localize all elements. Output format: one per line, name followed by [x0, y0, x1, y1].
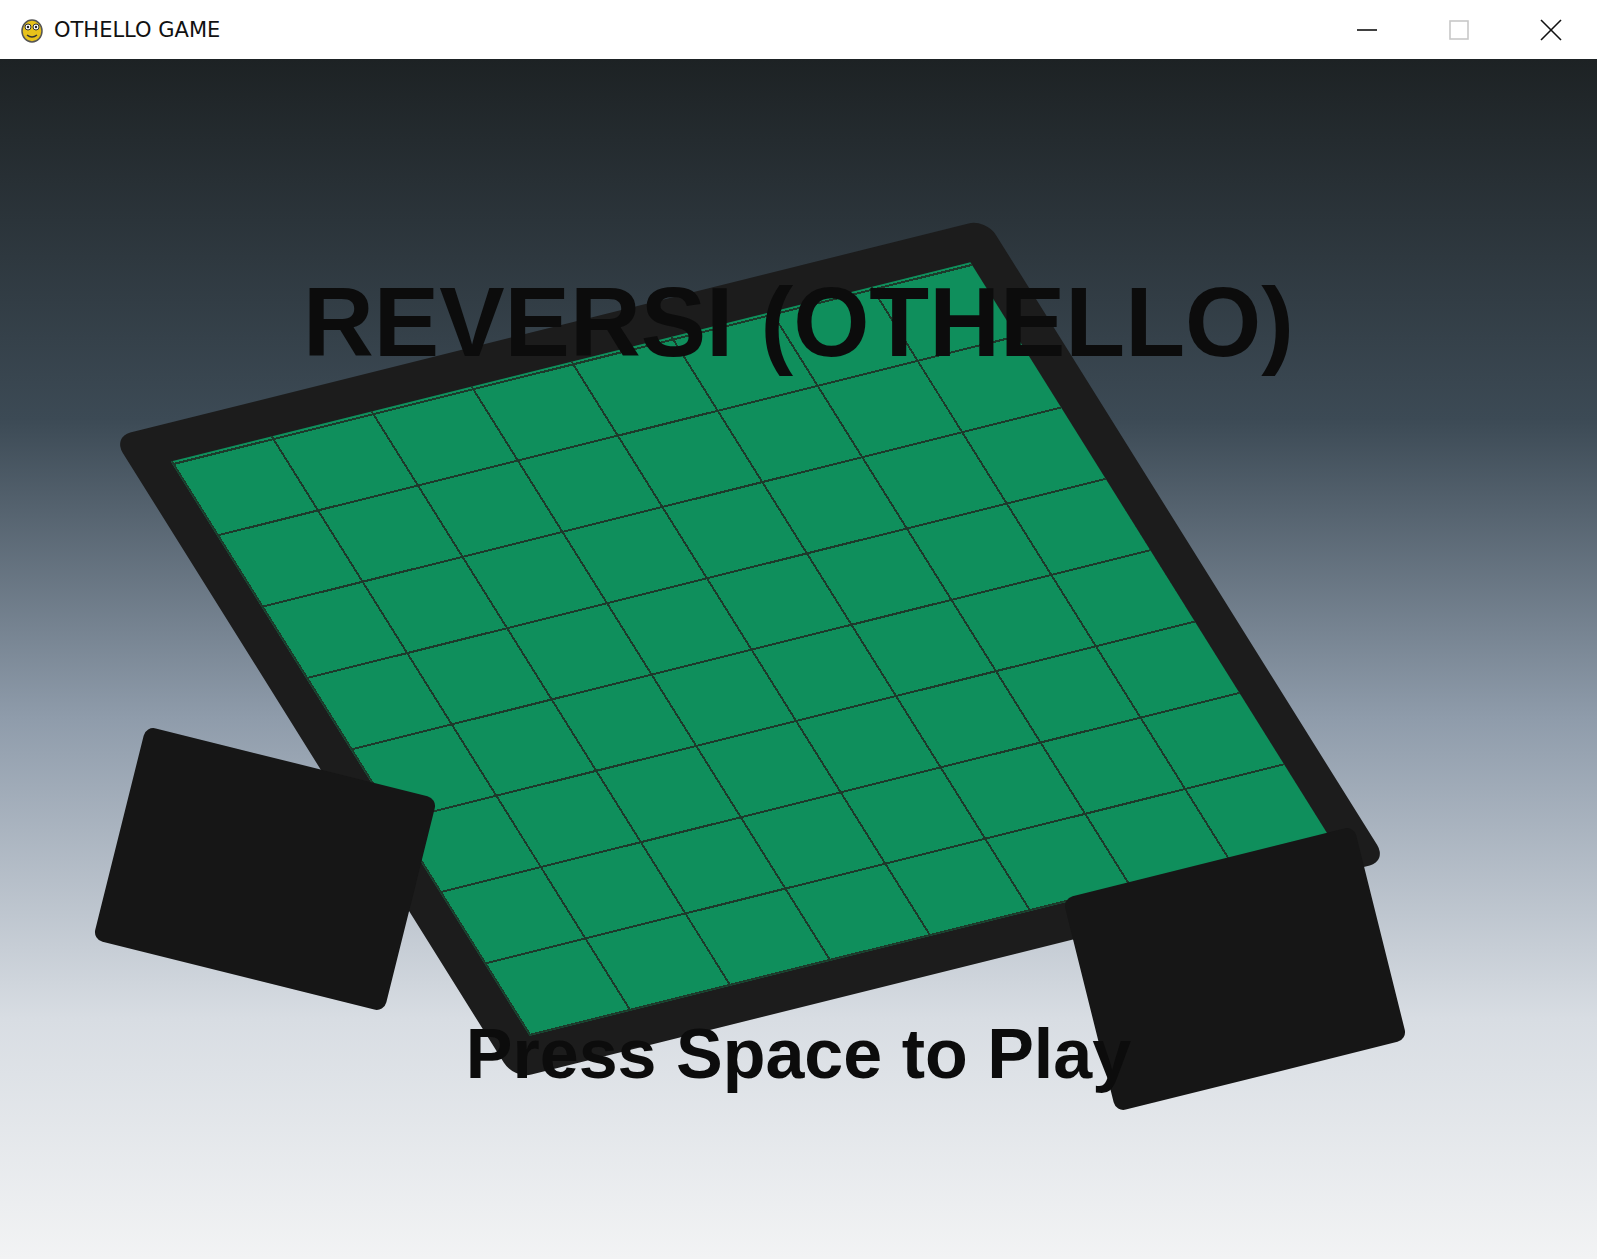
game-window: OTHELLO GAME REVERSI (OTHELLO) Press Space…: [0, 0, 1597, 1259]
game-title: REVERSI (OTHELLO): [303, 262, 1294, 382]
pygame-snake-icon: [18, 16, 46, 44]
game-screen[interactable]: REVERSI (OTHELLO) Press Space to Play: [0, 59, 1597, 1259]
maximize-icon: [1448, 19, 1470, 41]
close-button[interactable]: [1505, 0, 1597, 59]
window-title: OTHELLO GAME: [54, 18, 220, 42]
minimize-button[interactable]: [1321, 0, 1413, 59]
title-bar: OTHELLO GAME: [0, 0, 1597, 59]
minimize-icon: [1356, 19, 1378, 41]
close-icon: [1540, 19, 1562, 41]
maximize-button[interactable]: [1413, 0, 1505, 59]
start-prompt: Press Space to Play: [466, 1011, 1131, 1097]
